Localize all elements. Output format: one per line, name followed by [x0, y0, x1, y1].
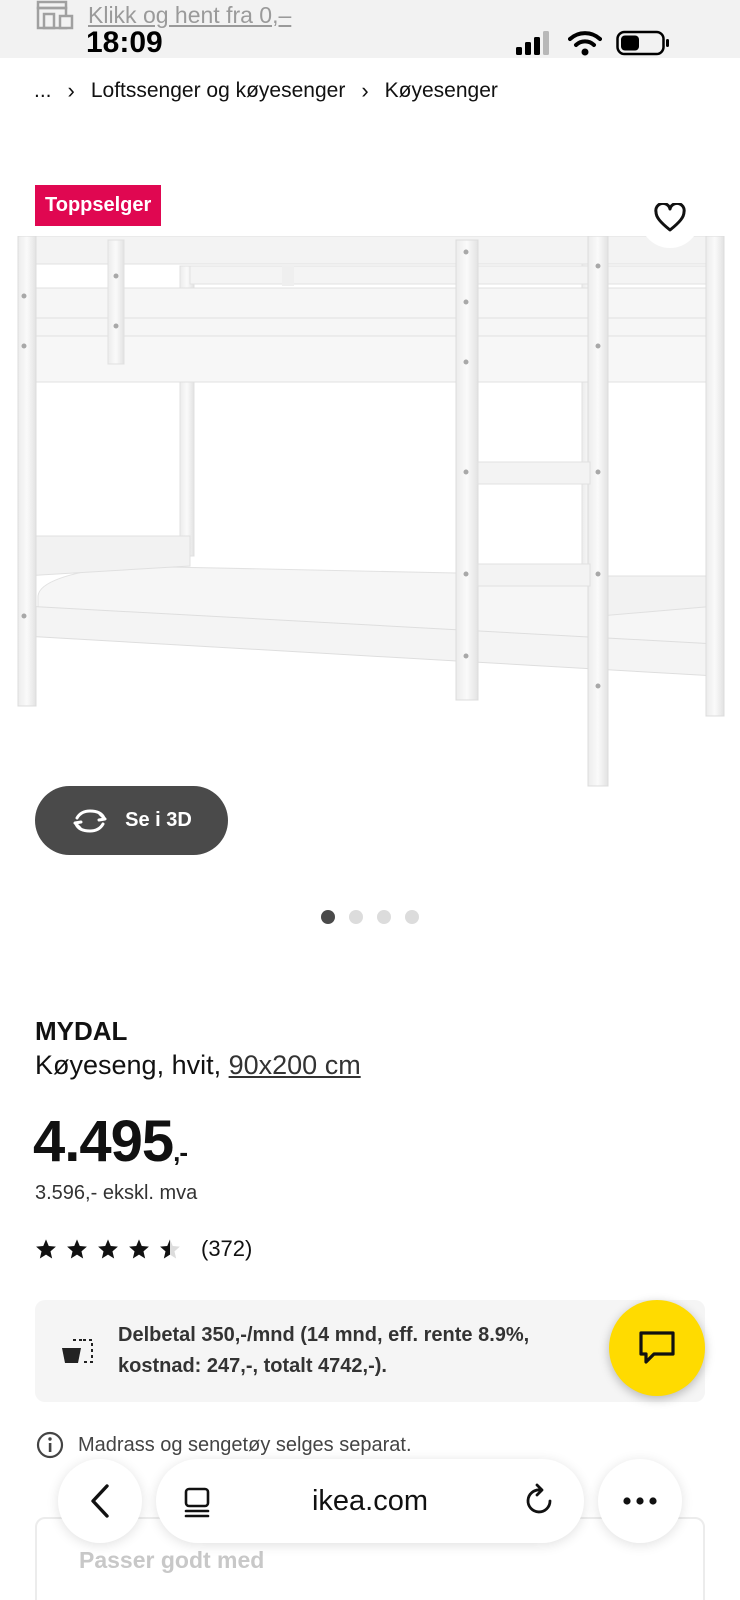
image-pagination [321, 910, 419, 924]
bestseller-badge: Toppselger [35, 185, 162, 226]
product-price: 4.495,- [33, 1108, 188, 1175]
chat-icon [639, 1331, 675, 1364]
product-name: MYDAL [35, 1016, 128, 1046]
browser-toolbar: ikea.com [0, 1455, 740, 1550]
heart-icon [654, 203, 686, 232]
back-button[interactable] [58, 1459, 142, 1543]
star-half-icon [160, 1239, 180, 1259]
favorite-button[interactable] [640, 188, 700, 248]
star-icon [67, 1239, 87, 1259]
star-icon [98, 1239, 118, 1259]
breadcrumb-item-koyesenger[interactable]: Køyesenger [385, 79, 498, 103]
chat-button[interactable] [609, 1300, 705, 1396]
price-suffix: ,- [173, 1137, 188, 1167]
wifi-icon [568, 31, 602, 56]
financing-text: Delbetal 350,-/mnd (14 mnd, eff. rente 8… [118, 1324, 530, 1377]
url-text[interactable]: ikea.com [156, 1459, 584, 1543]
address-bar[interactable]: ikea.com [156, 1459, 584, 1543]
system-icons [516, 30, 670, 56]
product-image[interactable] [0, 235, 740, 806]
battery-icon [616, 30, 669, 56]
price-ex-vat: 3.596,- ekskl. mva [35, 1182, 198, 1204]
price-main: 4.495 [33, 1109, 174, 1174]
signal-icon [516, 31, 549, 55]
store-icon [36, 0, 74, 30]
promo-text[interactable]: Klikk og hent fra 0,– [88, 2, 291, 29]
pagination-dot-1[interactable] [321, 910, 335, 924]
chevron-right-icon: › [361, 78, 369, 103]
promo-banner[interactable]: Klikk og hent fra 0,– [36, 0, 291, 30]
reader-icon[interactable] [182, 1486, 212, 1523]
notice-text: Madrass og sengetøy selges separat. [78, 1433, 412, 1456]
clock: 18:09 [86, 26, 163, 59]
breadcrumb-item-more[interactable]: ... [34, 79, 52, 103]
rating-stars [35, 1238, 181, 1260]
view-3d-button[interactable]: Se i 3D [35, 786, 228, 855]
financing-card[interactable]: Delbetal 350,-/mnd (14 mnd, eff. rente 8… [35, 1300, 705, 1402]
more-icon [623, 1497, 657, 1505]
review-count[interactable]: (372) [201, 1236, 252, 1262]
status-bar: Klikk og hent fra 0,– 18:09 [0, 0, 740, 59]
pagination-dot-3[interactable] [377, 910, 391, 924]
product-size-link[interactable]: 90x200 cm [229, 1050, 361, 1080]
breadcrumb: ... › Loftssenger og køyesenger › Køyese… [34, 78, 498, 104]
product-description: Køyeseng, hvit, 90x200 cm [35, 1050, 361, 1081]
pagination-dot-2[interactable] [349, 910, 363, 924]
product-type: Køyeseng, hvit, [35, 1050, 222, 1080]
installment-icon [59, 1336, 95, 1371]
view-3d-label: Se i 3D [125, 809, 192, 831]
product-rating[interactable]: (372) [35, 1236, 252, 1262]
chevron-left-icon [91, 1484, 109, 1518]
rotate-3d-icon [73, 808, 107, 833]
more-button[interactable] [598, 1459, 682, 1543]
star-icon [36, 1239, 56, 1259]
breadcrumb-item-loftssenger[interactable]: Loftssenger og køyesenger [91, 79, 345, 103]
pagination-dot-4[interactable] [405, 910, 419, 924]
reload-icon[interactable] [524, 1483, 556, 1522]
related-title: Passer godt med [79, 1547, 265, 1573]
chevron-right-icon: › [67, 78, 75, 103]
star-icon [129, 1239, 149, 1259]
